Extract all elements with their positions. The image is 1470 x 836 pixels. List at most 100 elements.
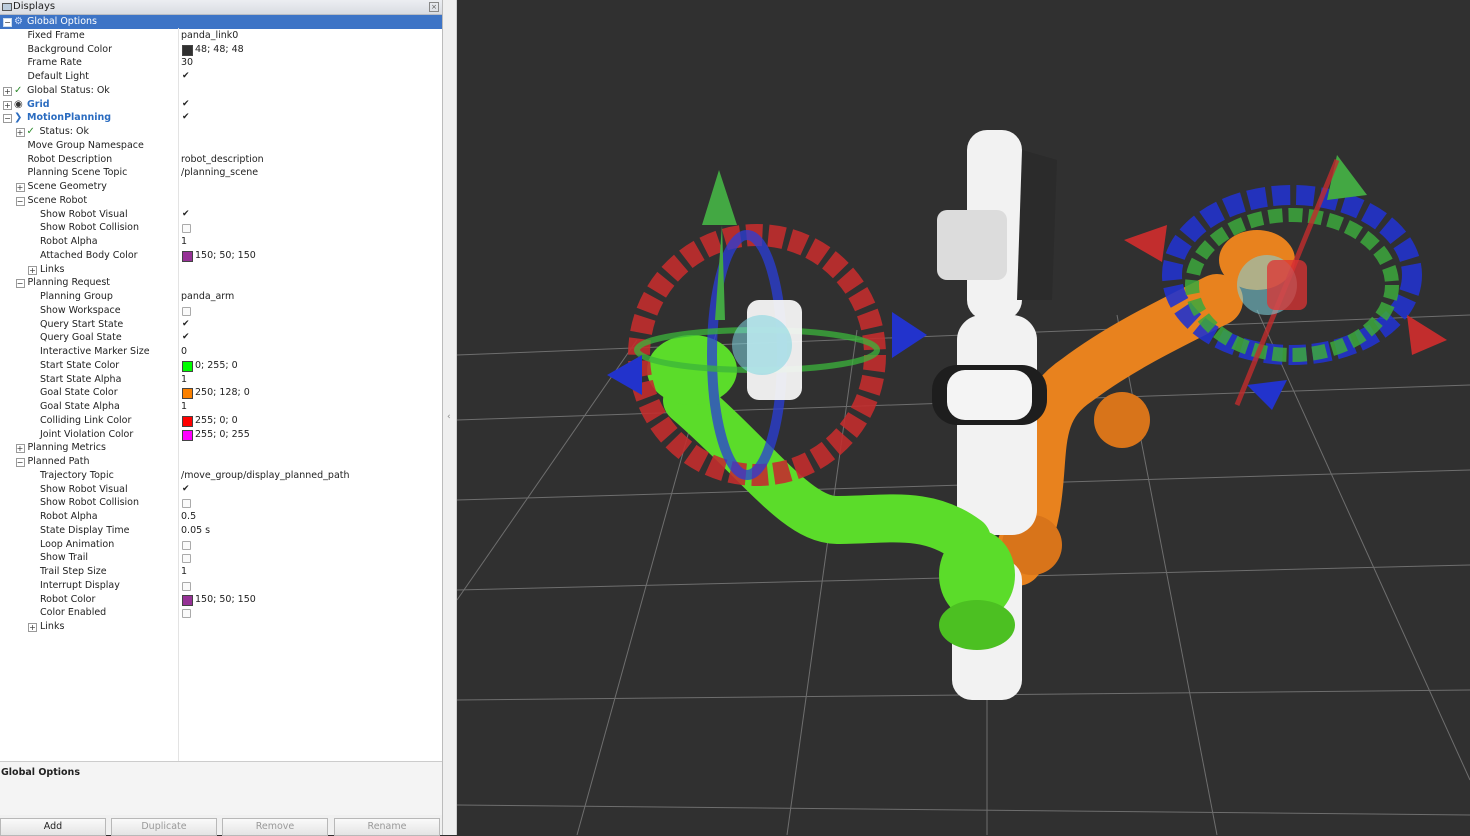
tree-row[interactable]: State Display Time 0.05 s — [0, 524, 442, 538]
tree-row[interactable]: Fixed Frame panda_link0 — [0, 29, 442, 43]
property-value[interactable]: 1 — [181, 373, 187, 387]
tree-row[interactable]: + Links — [0, 263, 442, 277]
property-value[interactable]: 0; 255; 0 — [195, 359, 238, 373]
expand-icon[interactable]: + — [15, 128, 25, 137]
tree-row[interactable]: Trail Step Size 1 — [0, 565, 442, 579]
tree-row[interactable]: Trajectory Topic/move_group/display_plan… — [0, 469, 442, 483]
color-swatch[interactable] — [182, 594, 193, 606]
property-value[interactable]: 1 — [181, 400, 187, 414]
tree-row[interactable]: + ◉ Grid ✔ — [0, 98, 442, 112]
collapse-icon[interactable]: − — [3, 18, 12, 27]
tree-row[interactable]: Show Workspace — [0, 304, 442, 318]
property-value[interactable]: 255; 0; 255 — [195, 428, 250, 442]
tree-row[interactable]: Start State Alpha 1 — [0, 373, 442, 387]
property-value[interactable]: panda_link0 — [181, 29, 238, 43]
expand-icon[interactable]: + — [3, 100, 12, 110]
tree-row[interactable]: Show Robot Visual ✔ — [0, 483, 442, 497]
tree-row[interactable]: Joint Violation Color 255; 0; 255 — [0, 428, 442, 442]
tree-row[interactable]: Goal State Color 250; 128; 0 — [0, 386, 442, 400]
add-button[interactable]: Add — [0, 818, 106, 836]
property-value[interactable]: panda_arm — [181, 290, 234, 304]
tree-row[interactable]: − ⚙ Global Options — [0, 15, 442, 29]
unchecked-checkbox[interactable] — [182, 499, 191, 509]
checked-checkbox[interactable]: ✔ — [182, 99, 191, 109]
expand-icon[interactable]: + — [28, 265, 37, 275]
tree-row[interactable]: + Scene Geometry — [0, 180, 442, 194]
tree-row[interactable]: Interrupt Display — [0, 579, 442, 593]
property-value[interactable]: 150; 50; 150 — [195, 593, 256, 607]
collapse-icon[interactable]: − — [3, 114, 12, 124]
tree-row[interactable]: Planning Group panda_arm — [0, 290, 442, 304]
collapse-icon[interactable]: − — [15, 458, 25, 467]
checked-checkbox[interactable]: ✔ — [182, 319, 191, 329]
tree-row[interactable]: + ✓ Global Status: Ok — [0, 84, 442, 98]
unchecked-checkbox[interactable] — [182, 609, 191, 619]
remove-button[interactable]: Remove — [222, 818, 328, 836]
unchecked-checkbox[interactable] — [182, 540, 191, 550]
tree-row[interactable]: Show Robot Collision — [0, 496, 442, 510]
tree-row[interactable]: Planning Scene Topic/planning_scene — [0, 166, 442, 180]
unchecked-checkbox[interactable] — [182, 554, 191, 564]
color-swatch[interactable] — [182, 429, 193, 441]
tree-row[interactable]: Goal State Alpha 1 — [0, 400, 442, 414]
expand-icon[interactable]: + — [15, 183, 25, 192]
tree-row[interactable]: − Planned Path — [0, 455, 442, 469]
property-value[interactable]: 1 — [181, 565, 187, 579]
expand-icon[interactable]: + — [15, 444, 25, 454]
tree-row[interactable]: Loop Animation — [0, 538, 442, 552]
collapse-icon[interactable]: − — [15, 279, 25, 289]
property-value[interactable]: 0.05 s — [181, 524, 210, 538]
expand-icon[interactable]: + — [3, 86, 12, 96]
collapse-arrow-icon[interactable]: ‹ — [447, 412, 451, 422]
expand-icon[interactable]: + — [28, 623, 37, 632]
unchecked-checkbox[interactable] — [182, 306, 191, 316]
tree-row[interactable]: Background Color 48; 48; 48 — [0, 43, 442, 57]
checked-checkbox[interactable]: ✔ — [182, 484, 191, 494]
property-value[interactable]: 250; 128; 0 — [195, 386, 250, 400]
checked-checkbox[interactable]: ✔ — [182, 209, 191, 219]
tree-row[interactable]: + Planning Metrics — [0, 441, 442, 455]
start-interactive-marker[interactable] — [607, 170, 927, 486]
tree-row[interactable]: Attached Body Color 150; 50; 150 — [0, 249, 442, 263]
property-value[interactable]: 255; 0; 0 — [195, 414, 238, 428]
color-swatch[interactable] — [182, 415, 193, 427]
rename-button[interactable]: Rename — [334, 818, 440, 836]
color-swatch[interactable] — [182, 388, 193, 400]
tree-row[interactable]: Query Goal State ✔ — [0, 331, 442, 345]
property-value[interactable]: 150; 50; 150 — [195, 249, 256, 263]
color-swatch[interactable] — [182, 44, 193, 56]
property-value[interactable]: 0 — [181, 345, 187, 359]
property-value[interactable]: /move_group/display_planned_path — [181, 469, 350, 483]
tree-row[interactable]: Default Light ✔ — [0, 70, 442, 84]
duplicate-button[interactable]: Duplicate — [111, 818, 217, 836]
color-swatch[interactable] — [182, 360, 193, 372]
close-icon[interactable]: × — [429, 2, 439, 12]
viewport-scene[interactable] — [457, 0, 1470, 835]
tree-row[interactable]: Robot Description robot_description — [0, 153, 442, 167]
tree-row[interactable]: − Scene Robot — [0, 194, 442, 208]
tree-row[interactable]: Show Trail — [0, 551, 442, 565]
tree-row[interactable]: Frame Rate 30 — [0, 56, 442, 70]
color-swatch[interactable] — [182, 250, 193, 262]
tree-row[interactable]: Interactive Marker Size 0 — [0, 345, 442, 359]
tree-row[interactable]: Query Start State ✔ — [0, 318, 442, 332]
tree-row[interactable]: Robot Alpha 1 — [0, 235, 442, 249]
property-value[interactable]: /planning_scene — [181, 166, 258, 180]
tree-row[interactable]: Robot Color 150; 50; 150 — [0, 593, 442, 607]
panel-splitter[interactable]: ‹ — [443, 0, 457, 835]
property-value[interactable]: 30 — [181, 56, 193, 70]
checked-checkbox[interactable]: ✔ — [182, 333, 191, 342]
property-value[interactable]: 48; 48; 48 — [195, 43, 244, 57]
tree-row[interactable]: Robot Alpha 0.5 — [0, 510, 442, 524]
property-value[interactable]: 1 — [181, 235, 187, 249]
tree-row[interactable]: Show Robot Collision — [0, 221, 442, 235]
tree-row[interactable]: Colliding Link Color 255; 0; 0 — [0, 414, 442, 428]
tree-row[interactable]: + Links — [0, 620, 442, 634]
collapse-icon[interactable]: − — [15, 196, 25, 206]
property-value[interactable]: robot_description — [181, 153, 264, 167]
tree-row[interactable]: Start State Color 0; 255; 0 — [0, 359, 442, 373]
column-divider[interactable] — [178, 28, 179, 761]
checked-checkbox[interactable]: ✔ — [182, 113, 191, 122]
tree-row[interactable]: + ✓ Status: Ok — [0, 125, 442, 139]
tree-row[interactable]: Show Robot Visual ✔ — [0, 208, 442, 222]
